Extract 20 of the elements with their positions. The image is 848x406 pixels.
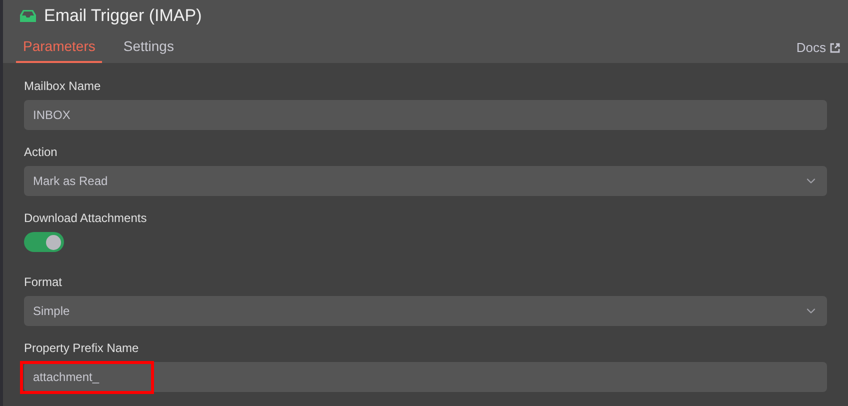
field-label: Action (24, 144, 58, 160)
field-value: attachment_ (33, 369, 100, 386)
field-label: Download Attachments (24, 210, 148, 226)
select-field[interactable]: Mark as Read (24, 166, 827, 196)
field-label: Mailbox Name (24, 78, 102, 94)
field-value: Simple (33, 303, 70, 320)
docs-link[interactable]: Docs (796, 32, 840, 63)
tab[interactable]: Settings (116, 32, 181, 63)
field-label: Property Prefix Name (24, 340, 140, 356)
field-label: Format (24, 274, 64, 290)
input-field[interactable]: INBOX (24, 100, 827, 130)
external-link-icon (830, 42, 840, 52)
node-title: Email Trigger (IMAP) (44, 5, 202, 28)
field-value: INBOX (33, 107, 70, 124)
inbox-icon (20, 10, 36, 22)
field-value: Mark as Read (33, 173, 108, 190)
input-field[interactable]: attachment_ (24, 362, 827, 392)
tab[interactable]: Parameters (16, 32, 102, 63)
toggle-switch[interactable] (24, 232, 64, 252)
select-field[interactable]: Simple (24, 296, 827, 326)
